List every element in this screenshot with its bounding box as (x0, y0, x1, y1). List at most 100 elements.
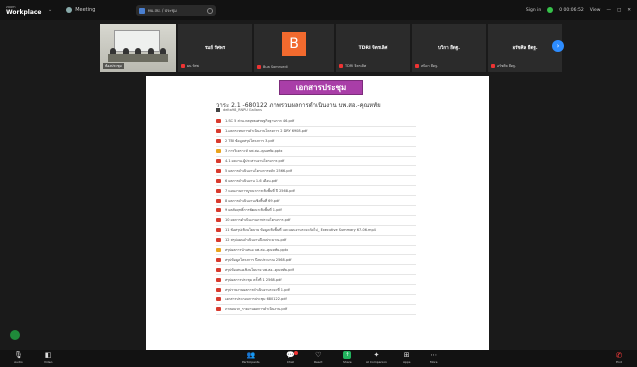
file-name: 4.1 ผลงาน.ผู้ประสานงานโครงการ.pdf (225, 159, 285, 163)
share-screen-icon: ↑ (343, 351, 352, 359)
file-row[interactable]: สรุปผลการนำเสนอ บพ.สอ.-คุณหทัย.pptx (216, 246, 416, 256)
file-row[interactable]: 5 ผลการดำเนินงานโครงการหลัก 2566.pdf (216, 166, 416, 177)
minimize-icon[interactable]: — (606, 8, 611, 13)
file-list: 1.SC 5 ส่วน.กลยุทธเศรษฐกิจฐานราก 46.pdf 1… (216, 117, 416, 315)
folder-icon (216, 108, 220, 112)
participant-name: รมย์ รัศพร (204, 46, 226, 51)
calendar-icon (139, 7, 145, 14)
file-row[interactable]: 12 สรุปแผนดำเนินงานปีงบประมาณ.pdf (216, 236, 416, 246)
file-row[interactable]: 6 ผลการดำเนินงาน 1-6 เดือน.pdf (216, 176, 416, 187)
file-name: 8 ผลการดำเนินงานเชิงพื้นที่ 69.pdf (225, 198, 280, 203)
participant-tile[interactable]: TDRI จิตรเลิศ TDRI จิตรเลิศ (336, 24, 410, 72)
pdf-file-icon (216, 198, 221, 203)
file-row[interactable]: 7 แผนงานการบูรณาการเชิงพื้นที่ ปี 2568.p… (216, 186, 416, 197)
react-button[interactable]: ♡ React (314, 351, 322, 364)
file-row[interactable]: 3 การวิเคราะห์ บพ.สอ.-คุณหทัย.pptx (216, 147, 416, 157)
video-table (108, 54, 168, 62)
file-name: 12 สรุปแผนดำเนินงานปีงบประมาณ.pdf (225, 238, 287, 243)
pdf-file-icon (216, 218, 221, 223)
file-row[interactable]: 1-ผลกระทบการดำเนินงานโครงการ 2 DRY 6908.… (216, 127, 416, 137)
shield-icon[interactable] (547, 7, 554, 13)
participant-video-tile[interactable]: ห้องประชุม (100, 24, 176, 72)
file-row[interactable]: 2 TBI ข้อมูลสรุปโครงการ 3.pdf (216, 137, 416, 147)
participant-tile[interactable]: บวิกา ยืดฐ. สนิดา ยืดฐ. (412, 24, 486, 72)
file-row[interactable]: 9 ผลสัมฤทธิ์การพัฒนาเชิงพื้นที่ 1.pdf (216, 206, 416, 216)
file-row[interactable]: สรุปข้อเสนอเชิงนโยบาย บพ.สอ.-คุณหทัย.pdf (216, 265, 416, 276)
audio-button[interactable]: 🎙 Audio (14, 351, 23, 364)
document-subtitle-text: delta98_RNPU Gallans (223, 108, 262, 112)
share-button[interactable]: ↑ Share (343, 351, 352, 364)
mic-muted-icon (339, 64, 343, 68)
participant-tile[interactable]: B Bua Somruedi (254, 24, 334, 72)
file-row[interactable]: 10 ผลการดำเนินงานภาพรวมโครงการ.pdf (216, 216, 416, 226)
file-row[interactable]: สรุปผลการประชุม ครั้งที่ 1 2568.pdf (216, 275, 416, 286)
file-name: เอกสารประกอบการประชุม 680122.pdf (225, 297, 287, 302)
participants-button[interactable]: 👥 Participants (242, 351, 260, 364)
meeting-icon (66, 7, 73, 13)
video-camera-icon: ◧ (44, 351, 52, 359)
file-row[interactable]: 4.1 ผลงาน.ผู้ประสานงานโครงการ.pdf (216, 157, 416, 167)
share-label: Share (343, 360, 352, 364)
heart-icon: ♡ (315, 351, 322, 359)
video-label: Video (44, 360, 53, 364)
meeting-indicator[interactable]: Meeting (66, 7, 95, 13)
participant-tile[interactable]: อรัชศิล ยืดฐ. อรัชศิล ยืดฐ. (488, 24, 562, 72)
tile-footer: อรัชศิล ยืดฐ. (491, 63, 516, 69)
file-name: สรุปผลการประชุม ครั้งที่ 1 2568.pdf (225, 277, 282, 282)
apps-grid-icon: ⊞ (403, 351, 410, 359)
microphone-icon: 🎙 (14, 351, 23, 359)
pdf-file-icon (216, 119, 221, 124)
meeting-label: Meeting (75, 7, 96, 13)
ai-companion-button[interactable]: ✦ AI Companion (366, 351, 387, 364)
status-bubble-icon[interactable] (10, 330, 20, 340)
sparkle-icon: ✦ (373, 351, 380, 359)
file-name: สรุปผลการนำเสนอ บพ.สอ.-คุณหทัย.pptx (225, 248, 289, 253)
sign-in-link[interactable]: Sign in (526, 8, 541, 13)
end-button[interactable]: ✆ End (612, 351, 626, 364)
file-row[interactable]: เอกสารประกอบการประชุม 680122.pdf (216, 295, 416, 305)
meeting-tab[interactable]: ทบ.สป. / ประชุม (136, 5, 216, 16)
file-name: สรุปข้อมูลโครงการ ปีงบประมาณ 2568.pdf (225, 257, 292, 262)
file-row[interactable]: 8 ผลการดำเนินงานเชิงพื้นที่ 69.pdf (216, 196, 416, 207)
tile-footer: ผบ.รัศพ (181, 63, 199, 69)
file-row[interactable]: สรุปรายงานผลการดำเนินงานระยะที่ 1.pdf (216, 285, 416, 296)
file-name: 1-ผลกระทบการดำเนินงานโครงการ 2 DRY 6908.… (225, 129, 308, 134)
brand-name: Workplace (6, 9, 42, 16)
chat-label: Chat (286, 360, 294, 364)
pdf-file-icon (216, 188, 221, 193)
mic-muted-icon (415, 64, 419, 68)
chat-button[interactable]: 💬 Chat (286, 351, 298, 364)
video-button[interactable]: ◧ Video (44, 351, 52, 364)
react-label: React (314, 360, 323, 364)
participant-label: สนิดา ยืดฐ. (421, 64, 439, 68)
close-window-icon[interactable]: ✕ (627, 8, 631, 13)
pdf-file-icon (216, 159, 221, 163)
file-row[interactable]: ภาคผนวก_รายงานผลการดำเนินงาน.pdf (216, 305, 416, 315)
participant-label: อรัชศิล ยืดฐ. (497, 64, 517, 68)
maximize-icon[interactable]: □ (617, 8, 621, 13)
file-name: สรุปรายงานผลการดำเนินงานระยะที่ 1.pdf (225, 287, 290, 292)
participant-tile[interactable]: รมย์ รัศพร ผบ.รัศพ (178, 24, 252, 72)
view-menu[interactable]: View (590, 8, 601, 13)
tile-footer: Bua Somruedi (257, 65, 288, 69)
tile-footer: ห้องประชุม (103, 63, 124, 69)
mic-muted-icon (257, 65, 261, 69)
file-name: 5 ผลการดำเนินงานโครงการหลัก 2566.pdf (225, 168, 292, 173)
meeting-tab-label: ทบ.สป. / ประชุม (148, 8, 177, 13)
file-name: 9 ผลสัมฤทธิ์การพัฒนาเชิงพื้นที่ 1.pdf (225, 208, 282, 213)
apps-button[interactable]: ⊞ Apps (403, 351, 410, 364)
avatar: B (282, 32, 306, 56)
chevron-down-icon[interactable]: ⌄ (48, 7, 52, 13)
file-row[interactable]: 1.SC 5 ส่วน.กลยุทธเศรษฐกิจฐานราก 46.pdf (216, 117, 416, 127)
more-button[interactable]: ⋯ More (430, 351, 437, 364)
document-subtitle: delta98_RNPU Gallans (216, 108, 262, 112)
tile-footer: สนิดา ยืดฐ. (415, 63, 438, 69)
audio-label: Audio (14, 360, 23, 364)
document-heading: เอกสารประชุม (279, 80, 363, 95)
file-row[interactable]: 11 ข้อสรุปเชิงนโยบาย ข้อมูลเชิงพื้นที่ แ… (216, 226, 416, 236)
more-icon: ⋯ (430, 351, 438, 359)
file-name: 11 ข้อสรุปเชิงนโยบาย ข้อมูลเชิงพื้นที่ แ… (225, 228, 376, 233)
next-page-button[interactable]: › (552, 40, 564, 52)
close-icon[interactable] (207, 7, 213, 14)
file-row[interactable]: สรุปข้อมูลโครงการ ปีงบประมาณ 2568.pdf (216, 255, 416, 266)
